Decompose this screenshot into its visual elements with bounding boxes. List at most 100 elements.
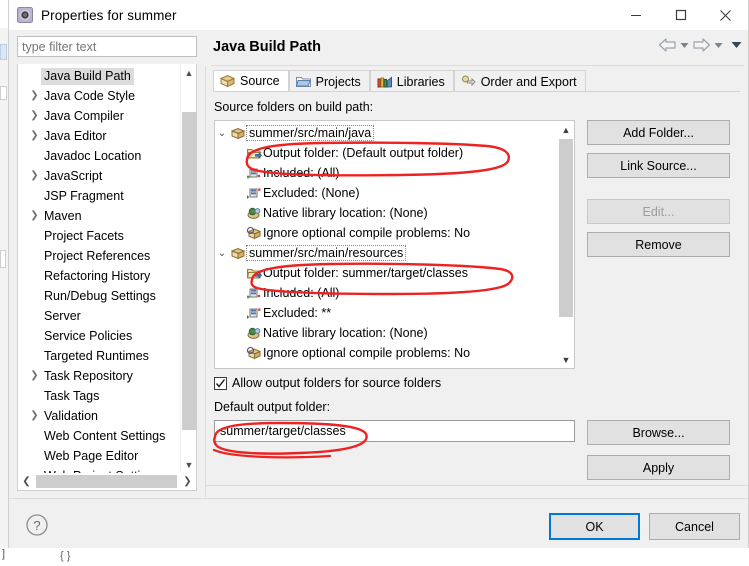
browse-button-label: Browse... <box>632 425 685 440</box>
tab-label: Libraries <box>396 74 445 89</box>
sidebar-item-label: Validation <box>44 408 98 423</box>
sidebar-item-project-facets[interactable]: Project Facets <box>18 226 180 246</box>
remove-button[interactable]: Remove <box>587 232 730 257</box>
back-arrow-icon[interactable] <box>658 38 677 52</box>
settings-sidebar: type filter text Java Build Path ❯ Java Co… <box>17 36 197 491</box>
source-folder-detail-row[interactable]: Included: (All) <box>215 283 574 303</box>
source-folder-detail-row[interactable]: Output folder: summer/target/classes <box>215 263 574 283</box>
chevron-right-icon[interactable]: ❯ <box>28 171 41 181</box>
sidebar-item-server[interactable]: Server <box>18 306 180 326</box>
source-folder-detail-row[interactable]: Ignore optional compile problems: No <box>215 343 574 363</box>
sidebar-item-web-page-editor[interactable]: Web Page Editor <box>18 446 180 466</box>
tab-projects[interactable]: Projects <box>288 70 370 92</box>
chevron-right-icon[interactable]: ❯ <box>28 111 41 121</box>
sidebar-horizontal-scrollbar[interactable]: ❮ ❯ <box>18 473 196 490</box>
sidebar-item-task-tags[interactable]: Task Tags <box>18 386 180 406</box>
sidebar-item-label: Task Repository <box>44 368 133 383</box>
sidebar-item-label: Web Page Editor <box>44 448 139 463</box>
included-icon <box>245 167 263 180</box>
scroll-right-icon[interactable]: ❯ <box>179 473 196 490</box>
folders-vertical-scrollbar[interactable]: ▲ ▼ <box>558 121 574 368</box>
sidebar-item-project-references[interactable]: Project References <box>18 246 180 266</box>
sidebar-item-web-content-settings[interactable]: Web Content Settings <box>18 426 180 446</box>
sidebar-item-javadoc-location[interactable]: Javadoc Location <box>18 146 180 166</box>
scroll-down-icon[interactable]: ▼ <box>181 456 196 473</box>
back-dropdown-icon[interactable] <box>680 42 689 49</box>
chevron-down-icon[interactable]: ⌄ <box>215 248 229 259</box>
source-folder-row-text: Excluded: (None) <box>263 186 360 200</box>
maximize-button[interactable] <box>658 0 703 30</box>
sidebar-item-targeted-runtimes[interactable]: Targeted Runtimes <box>18 346 180 366</box>
cancel-button[interactable]: Cancel <box>649 513 740 540</box>
source-folder-detail-row[interactable]: Ignore optional compile problems: No <box>215 223 574 243</box>
tab-order-and-export[interactable]: Order and Export <box>453 70 586 92</box>
folders-scroll-thumb[interactable] <box>559 139 573 317</box>
sidebar-item-service-policies[interactable]: Service Policies <box>18 326 180 346</box>
header-separator <box>211 65 744 66</box>
sidebar-item-maven[interactable]: ❯ Maven <box>18 206 180 226</box>
sidebar-item-validation[interactable]: ❯ Validation <box>18 406 180 426</box>
chevron-right-icon[interactable]: ❯ <box>28 411 41 421</box>
source-folder-detail-row[interactable]: Native library location: (None) <box>215 203 574 223</box>
source-folder-row[interactable]: ⌄ summer/src/main/resources <box>215 243 574 263</box>
chevron-right-icon[interactable]: ❯ <box>28 211 41 221</box>
sidebar-item-java-code-style[interactable]: ❯ Java Code Style <box>18 86 180 106</box>
sidebar-item-refactoring-history[interactable]: Refactoring History <box>18 266 180 286</box>
ok-button[interactable]: OK <box>549 513 640 540</box>
page-title: Java Build Path <box>213 39 321 55</box>
source-folder-detail-row[interactable]: Excluded: (None) <box>215 183 574 203</box>
folders-scroll-up-icon[interactable]: ▲ <box>558 121 574 138</box>
chevron-down-icon[interactable]: ⌄ <box>215 128 229 139</box>
source-folder-detail-row[interactable]: Output folder: (Default output folder) <box>215 143 574 163</box>
allow-output-folders-checkbox[interactable] <box>214 376 227 390</box>
sidebar-item-label: Maven <box>44 208 82 223</box>
source-folder-detail-row[interactable]: Included: (All) <box>215 163 574 183</box>
source-folder-row-text: summer/src/main/resources <box>245 245 407 261</box>
sidebar-vertical-scrollbar[interactable]: ▲ ▼ <box>180 64 196 473</box>
sidebar-item-javascript[interactable]: ❯ JavaScript <box>18 166 180 186</box>
browse-button[interactable]: Browse... <box>587 420 730 445</box>
chevron-right-icon[interactable]: ❯ <box>28 91 41 101</box>
forward-arrow-icon[interactable] <box>692 38 711 52</box>
source-folder-row-text: Output folder: (Default output folder) <box>263 146 464 160</box>
source-folder-detail-row[interactable]: Native library location: (None) <box>215 323 574 343</box>
source-folder-detail-row[interactable]: Excluded: ** <box>215 303 574 323</box>
close-button[interactable] <box>703 0 748 30</box>
allow-output-folders-row[interactable]: Allow output folders for source folders <box>214 376 441 390</box>
view-menu-icon[interactable] <box>731 41 742 49</box>
sidebar-item-run-debug-settings[interactable]: Run/Debug Settings <box>18 286 180 306</box>
tab-libraries[interactable]: Libraries <box>369 70 454 92</box>
sidebar-item-task-repository[interactable]: ❯ Task Repository <box>18 366 180 386</box>
minimize-button[interactable] <box>613 0 658 30</box>
filter-input[interactable]: type filter text <box>17 36 197 57</box>
sidebar-item-label: Targeted Runtimes <box>44 348 149 363</box>
sidebar-scroll-thumb[interactable] <box>182 112 196 430</box>
forward-dropdown-icon[interactable] <box>714 42 723 49</box>
link-source-button[interactable]: Link Source... <box>587 153 730 178</box>
add-folder-button[interactable]: Add Folder... <box>587 120 730 145</box>
source-folder-row-text: Output folder: summer/target/classes <box>263 266 468 280</box>
sidebar-hscroll-thumb[interactable] <box>36 475 177 488</box>
sidebar-item-jsp-fragment[interactable]: JSP Fragment <box>18 186 180 206</box>
chevron-right-icon[interactable]: ❯ <box>28 371 41 381</box>
sidebar-item-label: Project Facets <box>44 228 124 243</box>
tab-source[interactable]: Source <box>213 70 289 92</box>
sidebar-item-java-editor[interactable]: ❯ Java Editor <box>18 126 180 146</box>
window-title: Properties for summer <box>41 7 177 23</box>
chevron-right-icon[interactable]: ❯ <box>28 131 41 141</box>
panel-divider <box>205 30 206 497</box>
default-output-folder-input[interactable]: summer/target/classes <box>214 420 575 442</box>
help-icon[interactable]: ? <box>25 513 49 540</box>
source-folders-tree[interactable]: ⌄ summer/src/main/java Output folder: (Def… <box>214 120 575 369</box>
apply-button[interactable]: Apply <box>587 455 730 480</box>
scroll-left-icon[interactable]: ❮ <box>18 473 35 490</box>
navigation-bar <box>658 38 742 52</box>
sidebar-item-label: Java Editor <box>44 128 107 143</box>
sidebar-item-java-build-path[interactable]: Java Build Path <box>18 66 180 86</box>
sidebar-item-label: Project References <box>44 248 151 263</box>
source-folder-row[interactable]: ⌄ summer/src/main/java <box>215 123 574 143</box>
scroll-up-icon[interactable]: ▲ <box>181 64 196 81</box>
sidebar-item-java-compiler[interactable]: ❯ Java Compiler <box>18 106 180 126</box>
folders-scroll-down-icon[interactable]: ▼ <box>558 351 574 368</box>
button-label: Link Source... <box>620 158 697 173</box>
